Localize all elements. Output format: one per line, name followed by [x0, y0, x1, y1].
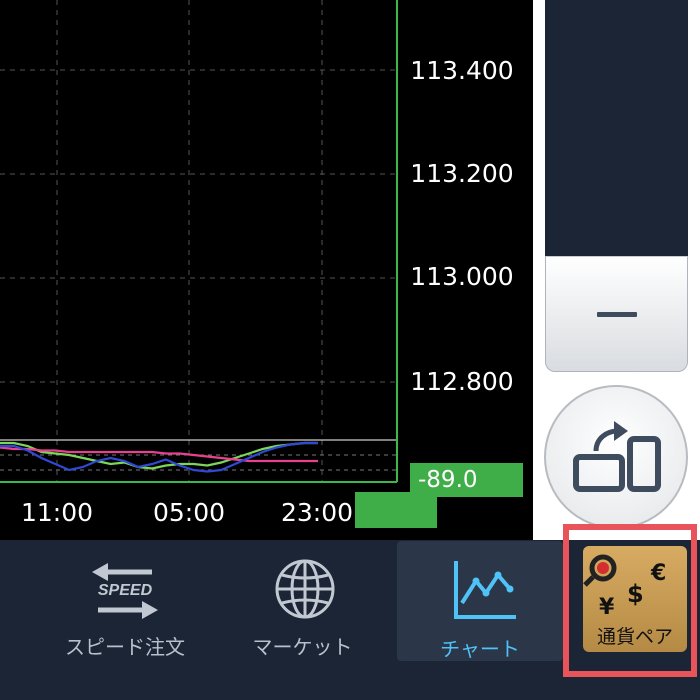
zoom-out-button[interactable]: [545, 256, 688, 372]
y-tick-label: 113.000: [410, 262, 514, 291]
nav-speed-label: スピード注文: [65, 635, 185, 659]
chart-area[interactable]: 113.400 113.200 113.000 112.800 11:00 05…: [0, 0, 540, 540]
nav-currency-label: 通貨ペア: [596, 626, 673, 648]
chart-grid: [0, 0, 397, 482]
indicator-series-line: [0, 441, 318, 470]
indicator-lines: [0, 441, 318, 473]
dollar-icon: $: [627, 580, 644, 608]
yen-icon: ¥: [599, 595, 615, 620]
currency-search-icon: € $ ¥: [583, 554, 666, 620]
y-tick-label: 113.400: [410, 56, 514, 85]
currency-pair-tile[interactable]: € $ ¥ 通貨ペア: [583, 546, 687, 652]
rotate-screen-button[interactable]: [544, 385, 688, 529]
nav-chart[interactable]: チャート: [397, 541, 563, 661]
speed-icon-text: SPEED: [98, 582, 153, 599]
current-time-badge: [355, 492, 437, 528]
y-tick-label: 113.200: [410, 159, 514, 188]
x-tick-label: 05:00: [153, 498, 226, 527]
nav-market[interactable]: マーケット: [220, 540, 385, 700]
y-tick-label: 112.800: [410, 367, 514, 396]
nav-speed-order[interactable]: SPEED スピード注文: [45, 540, 205, 700]
minus-icon: [596, 312, 637, 317]
nav-market-label: マーケット: [252, 635, 353, 659]
rotate-screen-icon: [573, 421, 661, 492]
speed-arrows-icon: SPEED: [92, 563, 158, 619]
globe-icon: [275, 559, 335, 619]
line-chart-icon: [454, 561, 516, 619]
euro-icon: €: [650, 561, 666, 586]
indicator-value-badge: -89.0: [410, 463, 523, 497]
x-tick-label: 23:00: [281, 498, 354, 527]
x-tick-label: 11:00: [21, 498, 94, 527]
zoom-slider-track[interactable]: [545, 0, 688, 256]
nav-chart-label: チャート: [440, 637, 520, 661]
